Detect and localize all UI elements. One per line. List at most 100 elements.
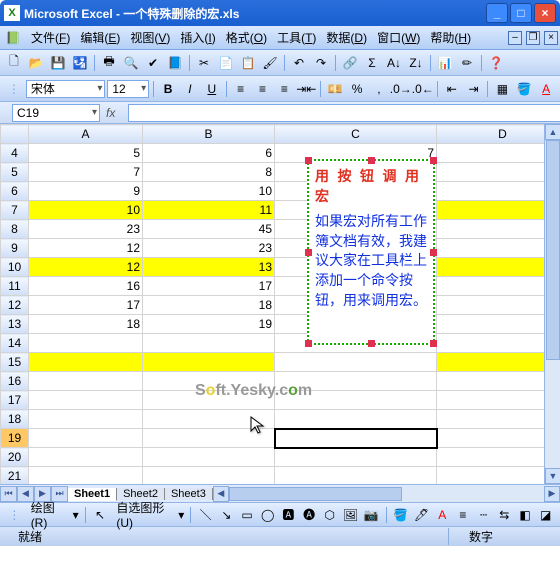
row-header[interactable]: 13 xyxy=(1,315,29,334)
cell[interactable] xyxy=(29,410,143,429)
col-header-C[interactable]: C xyxy=(275,125,437,144)
menu-f[interactable]: 文件(F) xyxy=(26,29,75,47)
cell[interactable]: 10 xyxy=(437,201,545,220)
wordart-icon[interactable]: 🅐 xyxy=(301,505,318,525)
select-all-corner[interactable] xyxy=(1,125,29,144)
cell[interactable]: 5 xyxy=(29,144,143,163)
cell[interactable]: 17 xyxy=(29,296,143,315)
cell[interactable]: 18 xyxy=(143,296,275,315)
spell-icon[interactable]: ✔ xyxy=(143,53,163,73)
fx-icon[interactable]: fx xyxy=(106,106,122,120)
cell[interactable]: 7 xyxy=(29,163,143,182)
cell[interactable]: 12 xyxy=(29,258,143,277)
close-button[interactable]: × xyxy=(534,3,556,23)
cell[interactable] xyxy=(143,429,275,448)
cell[interactable] xyxy=(143,372,275,391)
scroll-left-icon[interactable]: ◀ xyxy=(213,486,229,502)
row-header[interactable]: 16 xyxy=(1,372,29,391)
grip-icon[interactable]: ⋮ xyxy=(6,505,23,525)
open-icon[interactable]: 📂 xyxy=(26,53,46,73)
draw-menu[interactable]: 绘图(R) xyxy=(27,499,69,530)
paste-icon[interactable]: 📋 xyxy=(238,53,258,73)
research-icon[interactable]: 📘 xyxy=(165,53,185,73)
menu-t[interactable]: 工具(T) xyxy=(272,29,321,47)
row-header[interactable]: 12 xyxy=(1,296,29,315)
row-header[interactable]: 4 xyxy=(1,144,29,163)
row-header[interactable]: 6 xyxy=(1,182,29,201)
sheet-tab[interactable]: Sheet2 xyxy=(117,488,165,500)
borders-icon[interactable]: ▦ xyxy=(492,79,512,99)
oval-icon[interactable]: ◯ xyxy=(259,505,276,525)
cell[interactable] xyxy=(437,220,545,239)
undo-icon[interactable]: ↶ xyxy=(289,53,309,73)
preview-icon[interactable]: 🔍 xyxy=(121,53,141,73)
cell[interactable]: 13 xyxy=(143,258,275,277)
select-objects-icon[interactable]: ↖ xyxy=(92,505,109,525)
indent-inc-icon[interactable]: ⇥ xyxy=(464,79,484,99)
cell[interactable]: 11 xyxy=(143,201,275,220)
cell[interactable] xyxy=(143,353,275,372)
dec-decimal-icon[interactable]: .0← xyxy=(413,79,433,99)
inc-decimal-icon[interactable]: .0→ xyxy=(391,79,411,99)
underline-icon[interactable]: U xyxy=(202,79,222,99)
row-header[interactable]: 21 xyxy=(1,467,29,485)
indent-dec-icon[interactable]: ⇤ xyxy=(442,79,462,99)
font-select[interactable]: 宋体 xyxy=(26,80,106,98)
resize-handle[interactable] xyxy=(430,340,437,347)
mdi-minimize[interactable]: ‒ xyxy=(508,31,522,45)
save-icon[interactable]: 💾 xyxy=(48,53,68,73)
col-header-B[interactable]: B xyxy=(143,125,275,144)
menu-h[interactable]: 帮助(H) xyxy=(425,29,476,47)
callout-box[interactable]: 用按钮调用宏 如果宏对所有工作簿文档有效，我建议大家在工具栏上添加一个命令按钮，… xyxy=(307,159,435,345)
cell[interactable] xyxy=(275,353,437,372)
menu-e[interactable]: 编辑(E) xyxy=(75,29,125,47)
cell[interactable] xyxy=(29,353,143,372)
sort-desc-icon[interactable]: Z↓ xyxy=(406,53,426,73)
fill-color-icon[interactable]: 🪣 xyxy=(514,79,534,99)
cell[interactable]: 6 xyxy=(143,144,275,163)
currency-icon[interactable]: 💴 xyxy=(325,79,345,99)
autosum-icon[interactable]: Σ xyxy=(362,53,382,73)
italic-icon[interactable]: I xyxy=(180,79,200,99)
cell[interactable]: 18 xyxy=(29,315,143,334)
cell[interactable] xyxy=(437,391,545,410)
cell[interactable] xyxy=(437,429,545,448)
rect-icon[interactable]: ▭ xyxy=(239,505,256,525)
row-header[interactable]: 15 xyxy=(1,353,29,372)
new-icon[interactable]: 🗋 xyxy=(4,53,24,73)
menu-i[interactable]: 插入(I) xyxy=(175,29,220,47)
resize-handle[interactable] xyxy=(430,157,437,164)
row-header[interactable]: 5 xyxy=(1,163,29,182)
line-icon[interactable]: ＼ xyxy=(197,505,214,525)
cell[interactable]: 10 xyxy=(143,182,275,201)
sort-asc-icon[interactable]: A↓ xyxy=(384,53,404,73)
cell[interactable]: 15 xyxy=(437,277,545,296)
size-select[interactable]: 12 xyxy=(107,80,149,98)
cell[interactable] xyxy=(29,429,143,448)
cell[interactable]: 23 xyxy=(29,220,143,239)
cell[interactable]: 17 xyxy=(143,277,275,296)
cell[interactable] xyxy=(437,372,545,391)
cell[interactable] xyxy=(29,391,143,410)
cell[interactable] xyxy=(143,391,275,410)
drawing-icon[interactable]: ✏ xyxy=(457,53,477,73)
hyperlink-icon[interactable]: 🔗 xyxy=(340,53,360,73)
cell[interactable] xyxy=(275,410,437,429)
3d-icon[interactable]: ◪ xyxy=(537,505,554,525)
cell[interactable] xyxy=(275,372,437,391)
scroll-thumb[interactable] xyxy=(546,140,560,360)
resize-handle[interactable] xyxy=(305,157,312,164)
cell[interactable] xyxy=(275,467,437,485)
row-header[interactable]: 11 xyxy=(1,277,29,296)
menu-v[interactable]: 视图(V) xyxy=(125,29,175,47)
grip-icon[interactable]: ⋮ xyxy=(4,79,24,99)
format-painter-icon[interactable]: 🖌 xyxy=(260,53,280,73)
cell[interactable] xyxy=(437,239,545,258)
arrow-style-icon[interactable]: ⇆ xyxy=(496,505,513,525)
scroll-down-icon[interactable]: ▼ xyxy=(545,468,560,484)
line-weight-icon[interactable]: ≡ xyxy=(455,505,472,525)
mdi-restore[interactable]: ❐ xyxy=(526,31,540,45)
formula-bar[interactable] xyxy=(128,104,560,122)
scroll-right-icon[interactable]: ▶ xyxy=(544,486,560,502)
cell[interactable]: 8 xyxy=(437,163,545,182)
